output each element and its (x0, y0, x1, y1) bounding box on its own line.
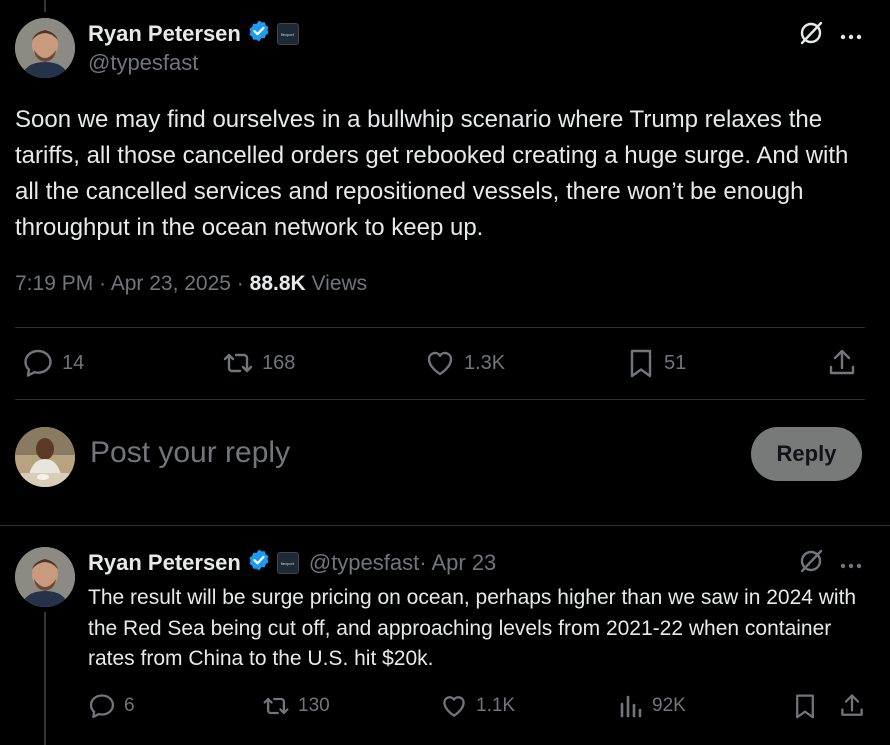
reply-action[interactable]: 6 (88, 692, 135, 720)
author-row: Ryan Petersen flexport (88, 19, 299, 48)
like-count: 1.3K (464, 351, 506, 374)
reply-action[interactable]: 14 (22, 347, 84, 379)
like-action[interactable]: 1.3K (424, 347, 505, 379)
thread-line-top (44, 0, 46, 12)
post-timestamp[interactable]: 7:19 PM · Apr 23, 2025 · (15, 272, 250, 295)
bookmark-icon (626, 347, 656, 379)
avatar[interactable] (15, 547, 75, 607)
repost-action[interactable]: 168 (222, 347, 295, 379)
views-icon (618, 692, 644, 720)
post-text: Soon we may find ourselves in a bullwhip… (15, 106, 849, 241)
like-icon (440, 692, 468, 720)
more-icon[interactable] (840, 28, 862, 46)
reply-icon (88, 692, 116, 720)
repost-action[interactable]: 130 (262, 692, 330, 720)
like-action[interactable]: 1.1K (440, 692, 515, 720)
author-name[interactable]: Ryan Petersen (88, 21, 241, 47)
grok-icon[interactable] (798, 548, 824, 579)
reply-author-handle[interactable]: @typesfast (309, 550, 419, 576)
grok-icon[interactable] (798, 20, 824, 51)
share-action[interactable] (826, 347, 858, 379)
views-count: 92K (652, 695, 686, 716)
share-icon (826, 347, 858, 379)
reply-author-row: Ryan Petersen flexport @typesfast · Apr … (88, 548, 496, 577)
current-user-avatar[interactable] (15, 427, 75, 487)
bookmark-icon (792, 692, 818, 720)
section-divider (0, 525, 890, 526)
like-count: 1.1K (476, 695, 516, 716)
verified-icon (247, 19, 271, 48)
reply-count: 14 (62, 351, 85, 374)
divider (15, 327, 865, 328)
views-action[interactable]: 92K (618, 692, 686, 720)
reply-count: 6 (124, 695, 135, 716)
more-icon[interactable] (840, 557, 862, 575)
divider (15, 399, 865, 400)
verified-icon (247, 548, 271, 577)
bookmark-action[interactable]: 51 (626, 347, 686, 379)
author-handle[interactable]: @typesfast (88, 50, 198, 76)
avatar[interactable] (15, 18, 75, 78)
reply-icon (22, 347, 54, 379)
repost-count: 130 (298, 695, 330, 716)
repost-icon (262, 692, 290, 720)
thread-line (44, 612, 46, 745)
share-action[interactable] (838, 692, 866, 720)
reply-date[interactable]: · Apr 23 (419, 550, 496, 576)
reply-button[interactable]: Reply (751, 427, 862, 481)
repost-count: 168 (262, 351, 296, 374)
post-meta: 7:19 PM · Apr 23, 2025 · 88.8K Views (15, 272, 367, 296)
share-icon (838, 692, 866, 720)
reply-author-name[interactable]: Ryan Petersen (88, 550, 241, 576)
like-icon (424, 347, 456, 379)
reply-input[interactable]: Post your reply (90, 436, 690, 470)
bookmark-action[interactable] (792, 692, 818, 720)
affiliate-badge[interactable]: flexport (276, 22, 299, 45)
bookmark-count: 51 (664, 351, 687, 374)
reply-text: The result will be surge pricing on ocea… (88, 586, 857, 670)
affiliate-badge[interactable]: flexport (276, 551, 299, 574)
repost-icon (222, 347, 254, 379)
views-count: 88.8K (249, 272, 306, 295)
views-label: Views (305, 272, 368, 295)
